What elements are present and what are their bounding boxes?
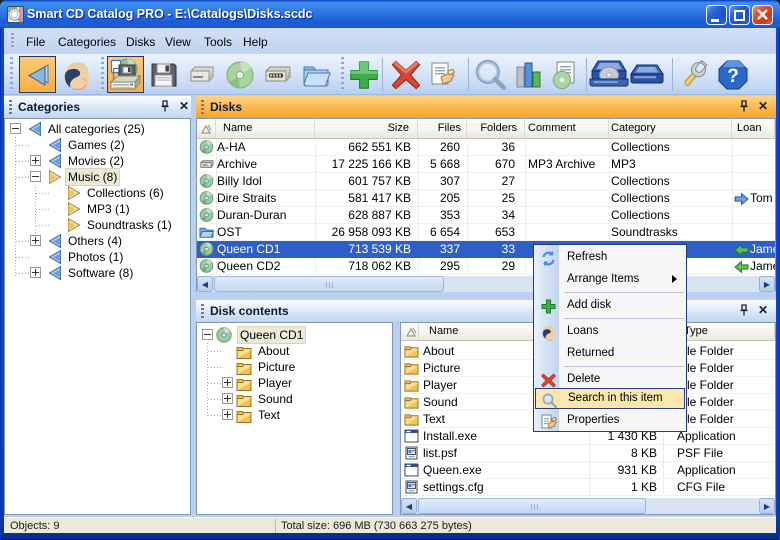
svg-text:?: ? [727, 66, 739, 87]
